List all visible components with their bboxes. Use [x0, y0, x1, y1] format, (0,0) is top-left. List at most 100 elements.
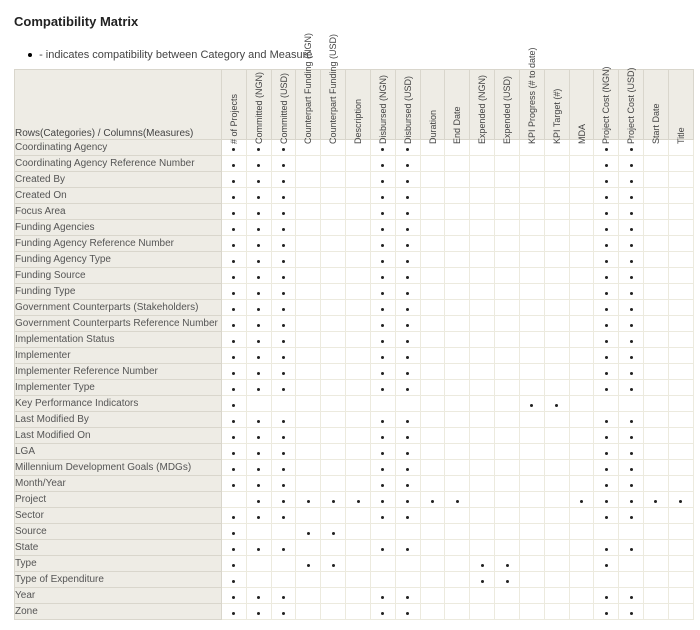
matrix-cell	[321, 268, 346, 284]
matrix-cell	[544, 476, 569, 492]
dot-icon	[605, 596, 608, 599]
matrix-cell	[222, 252, 247, 268]
dot-icon	[605, 500, 608, 503]
table-row: Created By	[15, 172, 694, 188]
matrix-cell	[519, 588, 544, 604]
matrix-cell	[222, 300, 247, 316]
matrix-cell	[222, 460, 247, 476]
matrix-cell	[420, 204, 445, 220]
dot-icon	[630, 196, 633, 199]
dot-icon	[605, 324, 608, 327]
column-header: Description	[346, 70, 371, 140]
dot-icon	[257, 420, 260, 423]
row-header: Implementation Status	[15, 332, 222, 348]
matrix-cell	[495, 380, 520, 396]
matrix-cell	[495, 204, 520, 220]
matrix-cell	[346, 476, 371, 492]
matrix-cell	[544, 332, 569, 348]
dot-icon	[257, 324, 260, 327]
matrix-cell	[519, 188, 544, 204]
matrix-cell	[271, 604, 296, 620]
row-header: Created By	[15, 172, 222, 188]
matrix-cell	[668, 476, 693, 492]
matrix-cell	[644, 300, 669, 316]
column-header-label: Expended (NGN)	[477, 122, 487, 146]
table-row: Funding Agency Type	[15, 252, 694, 268]
table-row: Created On	[15, 188, 694, 204]
matrix-cell	[395, 300, 420, 316]
matrix-cell	[569, 572, 594, 588]
matrix-cell	[395, 412, 420, 428]
row-header: Project	[15, 492, 222, 508]
matrix-cell	[346, 460, 371, 476]
matrix-cell	[296, 428, 321, 444]
dot-icon	[406, 260, 409, 263]
dot-icon	[406, 212, 409, 215]
matrix-cell	[321, 524, 346, 540]
matrix-cell	[271, 220, 296, 236]
dot-icon	[232, 436, 235, 439]
matrix-cell	[346, 156, 371, 172]
matrix-cell	[544, 508, 569, 524]
column-header: # of Projects	[222, 70, 247, 140]
matrix-cell	[222, 444, 247, 460]
matrix-cell	[619, 460, 644, 476]
dot-icon	[381, 356, 384, 359]
matrix-cell	[569, 508, 594, 524]
dot-icon	[381, 612, 384, 615]
matrix-cell	[644, 604, 669, 620]
matrix-cell	[445, 428, 470, 444]
dot-icon	[630, 372, 633, 375]
matrix-cell	[519, 300, 544, 316]
matrix-cell	[619, 236, 644, 252]
matrix-cell	[420, 572, 445, 588]
matrix-cell	[346, 492, 371, 508]
matrix-cell	[519, 460, 544, 476]
matrix-cell	[668, 236, 693, 252]
matrix-cell	[271, 236, 296, 252]
dot-icon	[605, 340, 608, 343]
matrix-cell	[370, 236, 395, 252]
matrix-cell	[519, 540, 544, 556]
dot-icon	[605, 308, 608, 311]
matrix-cell	[271, 492, 296, 508]
dot-icon	[630, 516, 633, 519]
dot-icon	[406, 596, 409, 599]
dot-icon	[481, 564, 484, 567]
matrix-cell	[296, 252, 321, 268]
dot-icon	[257, 356, 260, 359]
matrix-cell	[271, 508, 296, 524]
matrix-cell	[668, 460, 693, 476]
dot-icon	[381, 244, 384, 247]
column-header: Committed (NGN)	[246, 70, 271, 140]
matrix-cell	[321, 460, 346, 476]
matrix-cell	[644, 364, 669, 380]
matrix-cell	[271, 332, 296, 348]
matrix-cell	[470, 252, 495, 268]
matrix-cell	[370, 524, 395, 540]
matrix-cell	[544, 460, 569, 476]
matrix-cell	[420, 396, 445, 412]
dot-icon	[232, 372, 235, 375]
dot-icon	[605, 484, 608, 487]
dot-icon	[605, 356, 608, 359]
dot-icon	[232, 516, 235, 519]
matrix-cell	[594, 604, 619, 620]
matrix-cell	[296, 508, 321, 524]
matrix-cell	[594, 172, 619, 188]
matrix-cell	[346, 380, 371, 396]
matrix-cell	[246, 428, 271, 444]
row-header: Funding Agency Reference Number	[15, 236, 222, 252]
matrix-cell	[544, 444, 569, 460]
dot-icon	[232, 244, 235, 247]
matrix-cell	[445, 220, 470, 236]
matrix-cell	[222, 188, 247, 204]
matrix-cell	[420, 332, 445, 348]
matrix-cell	[644, 156, 669, 172]
dot-icon	[257, 276, 260, 279]
matrix-cell	[668, 540, 693, 556]
matrix-cell	[594, 332, 619, 348]
matrix-cell	[569, 268, 594, 284]
matrix-cell	[370, 284, 395, 300]
row-header: Funding Agency Type	[15, 252, 222, 268]
